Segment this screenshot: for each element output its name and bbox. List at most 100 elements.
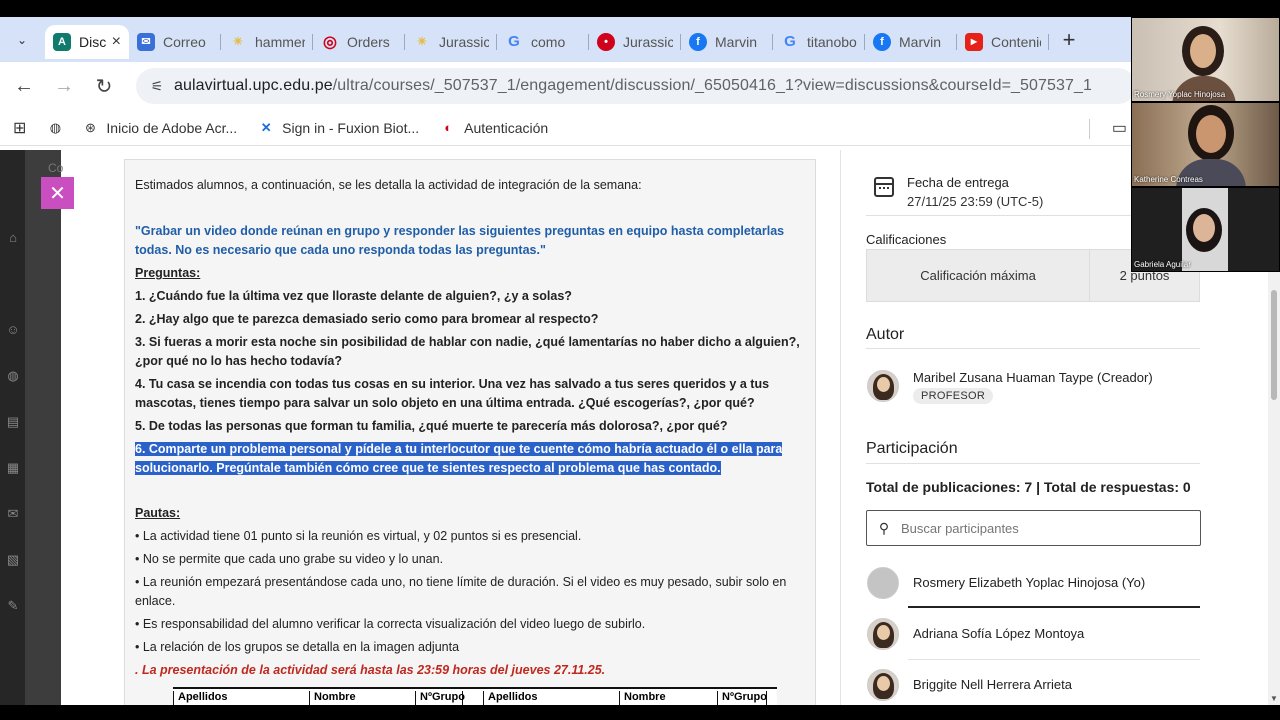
deadline-text: . La presentación de la actividad será h… [135, 663, 606, 677]
scrollbar-thumb[interactable] [1271, 290, 1277, 400]
question-6-line-1: 6. Comparte un problema personal y pídel… [135, 442, 783, 456]
forward-button[interactable]: → [44, 75, 84, 98]
tab-active[interactable]: A Discusión × [45, 24, 129, 59]
scroll-down-icon[interactable]: ▼ [1268, 694, 1280, 703]
tab-bar: ⌄ A Discusión × ✉Correo ✳hammer ◎Orders … [0, 17, 1131, 62]
question-1: 1. ¿Cuándo fue la última vez que llorast… [135, 289, 572, 303]
facebook-icon: f [689, 32, 707, 51]
participant-name[interactable]: Rosmery Elizabeth Yoplac Hinojosa (Yo) [913, 575, 1145, 590]
participant-avatar[interactable] [867, 567, 899, 599]
grades-icon[interactable]: ▧ [4, 552, 22, 570]
bookmark-label: Inicio de Adobe Acr... [106, 119, 238, 136]
url-path: /ultra/courses/_507537_1/engagement/disc… [332, 77, 1093, 94]
bookmark-label: Autenticación [464, 119, 549, 136]
tab-search-button[interactable]: ⌄ [9, 27, 35, 53]
tab[interactable]: ◎ Orders [313, 25, 405, 59]
globe-icon: ◍ [49, 119, 62, 135]
tools-icon[interactable]: ✎ [4, 598, 22, 616]
question-5: 5. De todas las personas que forman tu f… [135, 419, 728, 433]
close-panel-button[interactable]: ✕ [41, 177, 74, 209]
new-tab-button[interactable]: + [1055, 27, 1083, 53]
fuxion-icon: ✕ [260, 119, 272, 135]
bookmark-label: Sign in - Fuxion Biot... [282, 119, 420, 136]
divider [866, 463, 1200, 464]
tab[interactable]: f Marvin [865, 25, 957, 59]
calendar-icon [874, 177, 894, 197]
question-4: 4. Tu casa se incendia con todas tus cos… [135, 377, 770, 410]
address-bar[interactable]: ⚟ aulavirtual.upc.edu.pe/ultra/courses/_… [136, 68, 1136, 104]
participant-search[interactable]: ⚲ [866, 510, 1201, 546]
tab-title: como [531, 33, 566, 50]
tab-title: Orders [347, 33, 390, 50]
col-apellidos: Apellidos [483, 691, 619, 705]
star-icon: ✳ [233, 36, 243, 48]
question-2: 2. ¿Hay algo que te parezca demasiado se… [135, 312, 599, 326]
bookmark-globe[interactable]: ◍ [46, 119, 71, 137]
bookmark-autenticacion[interactable]: ◐ Autenticación [439, 119, 548, 137]
calendar-icon[interactable]: ▦ [4, 460, 22, 478]
jurassic-icon: • [597, 32, 615, 51]
institution-icon[interactable]: ⌂ [4, 230, 22, 248]
background-course-label: Co [48, 161, 64, 175]
question-6-selected[interactable]: 6. Comparte un problema personal y pídel… [135, 440, 800, 478]
close-icon: ✕ [49, 182, 66, 205]
tab[interactable]: ✳ Jurassic [405, 25, 497, 59]
participant-avatar[interactable] [867, 618, 899, 650]
back-button[interactable]: ← [4, 75, 44, 98]
role-badge: PROFESOR [913, 388, 994, 404]
question-6-line-2: solucionarlo. Pregúntale también cómo cr… [135, 461, 721, 475]
chevron-down-icon: ⌄ [16, 32, 28, 47]
guideline-3: • La reunión empezará presentándose cada… [135, 575, 787, 608]
participant-name[interactable]: Briggite Nell Herrera Arrieta [913, 677, 1072, 692]
close-icon[interactable]: × [112, 33, 121, 51]
mail-icon[interactable]: ✉ [4, 506, 22, 524]
globe-icon[interactable]: ◍ [4, 368, 22, 386]
participant-avatar[interactable] [867, 669, 899, 701]
participant-divider [908, 659, 1200, 660]
participant-video-name: Rosmery Yoplac Hinojosa [1134, 90, 1226, 99]
bookmark-adobe[interactable]: ⊛ Inicio de Adobe Acr... [81, 119, 237, 137]
tab[interactable]: • Jurassic [589, 25, 681, 59]
reload-button[interactable]: ↻ [84, 74, 124, 99]
groups-table-header: Apellidos Nombre NºGrupo Apellidos Nombr… [173, 687, 777, 705]
participant-search-input[interactable] [901, 520, 1200, 536]
site-settings-icon[interactable]: ⚟ [140, 78, 174, 95]
tab[interactable]: ✳ hammer [221, 25, 313, 59]
facebook-icon: f [873, 32, 891, 51]
grades-label: Calificaciones [866, 232, 947, 247]
guideline-4: • Es responsabilidad del alumno verifica… [135, 617, 646, 631]
col-grupo: NºGrupo [717, 691, 767, 705]
bookmark-fuxion[interactable]: ✕ Sign in - Fuxion Biot... [257, 119, 419, 137]
user-icon[interactable]: ☺ [4, 322, 22, 340]
guidelines-title: Pautas: [135, 506, 181, 520]
task-text: "Grabar un video donde reúnan en grupo y… [135, 224, 785, 257]
video-tile: Katherine Contreas [1131, 102, 1280, 187]
tab[interactable]: ✉ Correo [129, 25, 221, 59]
tab-title: Jurassic [623, 33, 673, 50]
target-icon: ◎ [323, 33, 337, 51]
participant-name[interactable]: Adriana Sofía López Montoya [913, 626, 1084, 641]
screen-bottom-strip [0, 705, 1280, 720]
url-text: aulavirtual.upc.edu.pe/ultra/courses/_50… [174, 77, 1092, 95]
dimmed-background [25, 150, 61, 705]
intro-text: Estimados alumnos, a continuación, se le… [135, 178, 642, 192]
folder-icon[interactable]: ▭ [1112, 118, 1127, 138]
max-grade-label: Calificación máxima [867, 250, 1090, 301]
participant-video-name: Gabriela Aguilar [1134, 260, 1191, 269]
col-apellidos: Apellidos [173, 691, 309, 705]
tab[interactable]: f Marvin [681, 25, 773, 59]
author-name[interactable]: Maribel Zusana Huaman Taype (Creador) [913, 370, 1153, 385]
video-tile: Rosmery Yoplac Hinojosa [1131, 17, 1280, 102]
upc-icon: ◐ [444, 120, 453, 135]
courses-icon[interactable]: ▤ [4, 414, 22, 432]
navigation-bar: ← → ↻ ⚟ aulavirtual.upc.edu.pe/ultra/cou… [0, 62, 1136, 110]
tab[interactable]: ▶ Contenido [957, 25, 1049, 59]
divider [866, 348, 1200, 349]
tab[interactable]: Gtitanoboa [773, 25, 865, 59]
tab-title: Jurassic [439, 33, 489, 50]
apps-grid-icon[interactable]: ⊞ [13, 118, 26, 138]
author-avatar[interactable] [867, 370, 899, 402]
col-grupo: NºGrupo [415, 691, 465, 705]
tab[interactable]: Gcomo [497, 25, 589, 59]
guideline-1: • La actividad tiene 01 punto si la reun… [135, 529, 582, 543]
